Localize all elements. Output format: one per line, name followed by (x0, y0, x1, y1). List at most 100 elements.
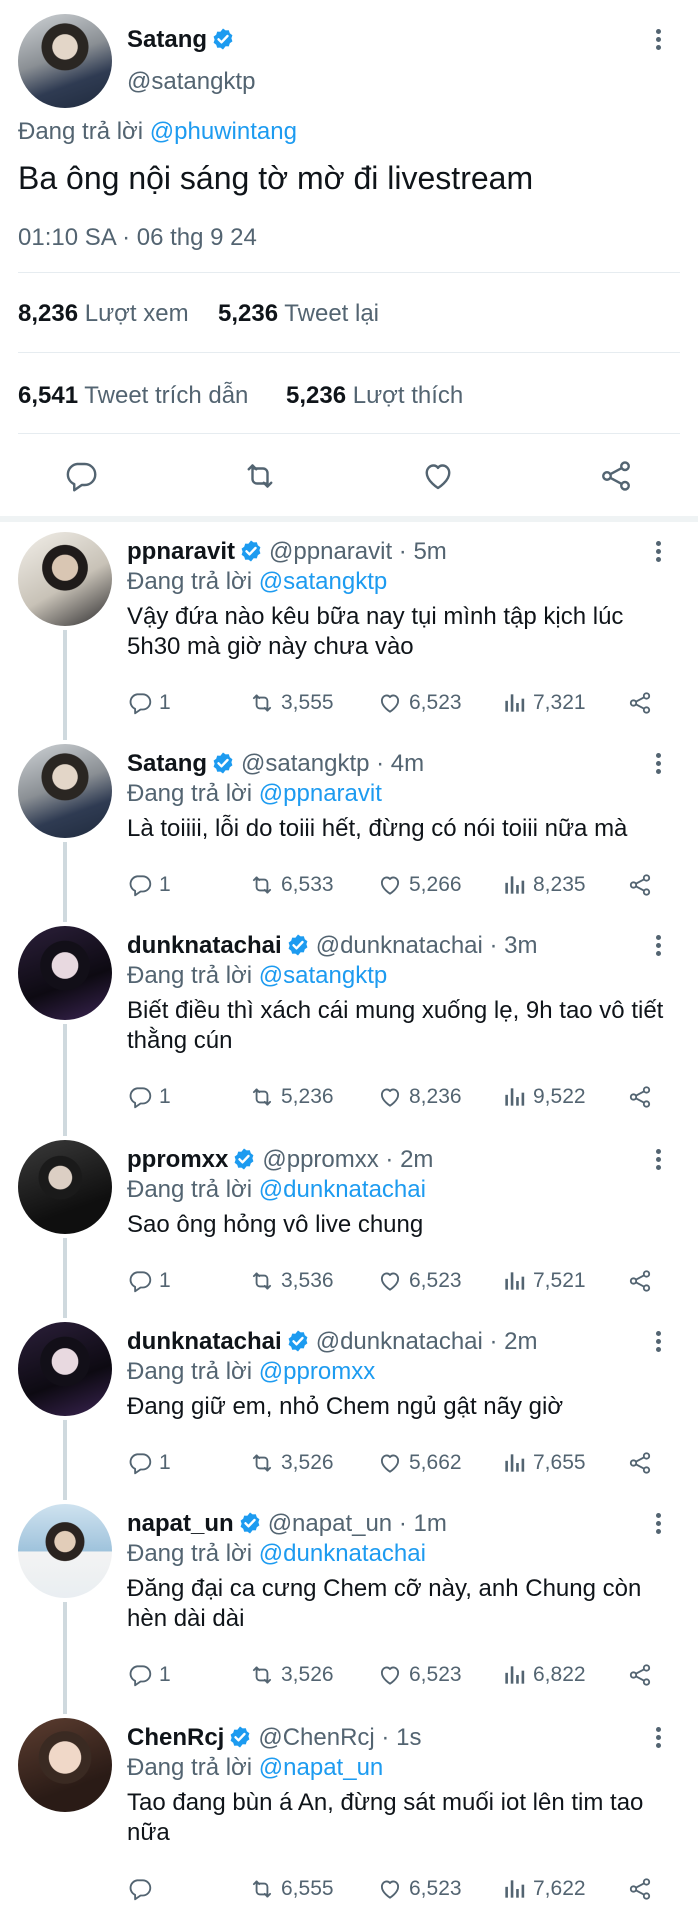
author-handle[interactable]: @ppromxx · 2m (262, 1146, 433, 1173)
avatar[interactable] (18, 926, 112, 1020)
reply-to-link[interactable]: @napat_un (259, 1754, 383, 1781)
avatar[interactable] (18, 744, 112, 838)
retweet-button[interactable]: 6,555 (249, 1874, 334, 1904)
author-name[interactable]: Satang (127, 750, 207, 777)
views-button[interactable]: 7,321 (501, 688, 586, 718)
views-button[interactable]: 7,521 (501, 1266, 586, 1296)
more-options-icon[interactable] (648, 538, 668, 568)
reply-button[interactable]: 1 (127, 688, 171, 718)
like-icon[interactable] (420, 458, 456, 494)
reply-context: Đang trả lời @satangktp (127, 568, 387, 596)
author-handle[interactable]: @dunknatachai · 2m (316, 1328, 538, 1355)
views-button[interactable]: 7,622 (501, 1874, 586, 1904)
likes-stat[interactable]: 5,236 Lượt thích (286, 382, 463, 410)
share-button[interactable] (627, 1266, 659, 1296)
author-handle[interactable]: @ChenRcj · 1s (258, 1724, 421, 1751)
more-options-icon[interactable] (648, 1328, 668, 1358)
like-button[interactable]: 6,523 (377, 1874, 462, 1904)
retweet-button[interactable]: 5,236 (249, 1082, 334, 1112)
avatar[interactable] (18, 1718, 112, 1812)
like-button[interactable]: 8,236 (377, 1082, 462, 1112)
reply-to-link[interactable]: @dunknatachai (259, 1176, 426, 1203)
reply-prefix: Đang trả lời (127, 962, 259, 989)
views-stat[interactable]: 8,236 Lượt xem (18, 300, 189, 328)
retweet-icon[interactable] (242, 458, 278, 494)
views-icon (505, 1666, 525, 1684)
views-button[interactable]: 7,655 (501, 1448, 586, 1478)
reply-to-link[interactable]: @dunknatachai (259, 1540, 426, 1567)
verified-badge-icon (241, 540, 261, 562)
reply-to-link[interactable]: @phuwintang (150, 118, 297, 145)
tweet-timestamp[interactable]: 01:10 SA · 06 thg 9 24 (18, 224, 257, 252)
like-icon (380, 876, 400, 895)
avatar[interactable] (18, 1504, 112, 1598)
reply-icon[interactable] (63, 458, 99, 494)
views-button[interactable]: 9,522 (501, 1082, 586, 1112)
author-name-text[interactable]: Satang (127, 26, 207, 53)
share-button[interactable] (627, 688, 659, 718)
views-button[interactable]: 6,822 (501, 1660, 586, 1690)
retweet-button[interactable]: 3,555 (249, 688, 334, 718)
more-options-icon[interactable] (648, 1510, 668, 1540)
like-button[interactable]: 6,523 (377, 1660, 462, 1690)
thread-line (63, 1602, 67, 1714)
retweet-button[interactable]: 3,536 (249, 1266, 334, 1296)
author-name[interactable]: Satang (127, 26, 235, 54)
like-button[interactable]: 6,523 (377, 688, 462, 718)
reply-to-link[interactable]: @ppnaravit (259, 780, 382, 807)
reply-to-link[interactable]: @satangktp (259, 962, 387, 989)
more-options-icon[interactable] (648, 26, 668, 56)
reply-context: Đang trả lời @dunknatachai (127, 1176, 426, 1204)
author-name[interactable]: dunknatachai (127, 932, 282, 959)
reply-button[interactable]: 1 (127, 1448, 171, 1478)
author-name[interactable]: napat_un (127, 1510, 234, 1537)
author-name[interactable]: ppnaravit (127, 538, 235, 565)
author-handle[interactable]: @dunknatachai · 3m (316, 932, 538, 959)
reply-button[interactable]: 1 (127, 870, 171, 900)
author-name[interactable]: dunknatachai (127, 1328, 282, 1355)
more-options-icon[interactable] (648, 750, 668, 780)
thread-line (63, 1238, 67, 1318)
more-options-icon[interactable] (648, 1146, 668, 1176)
retweet-button[interactable]: 6,533 (249, 870, 334, 900)
like-button[interactable]: 6,523 (377, 1266, 462, 1296)
retweet-button[interactable]: 3,526 (249, 1660, 334, 1690)
author-handle[interactable]: @napat_un · 1m (268, 1510, 447, 1537)
share-button[interactable] (627, 870, 659, 900)
retweet-icon (252, 876, 272, 894)
views-icon (505, 1272, 525, 1290)
like-button[interactable]: 5,266 (377, 870, 462, 900)
avatar[interactable] (18, 1322, 112, 1416)
reply-button[interactable]: 1 (127, 1660, 171, 1690)
views-button[interactable]: 8,235 (501, 870, 586, 900)
avatar[interactable] (18, 1140, 112, 1234)
verified-badge-icon (230, 1726, 250, 1748)
reply-header: dunknatachai @dunknatachai · 3m (127, 932, 538, 960)
reply-to-link[interactable]: @satangktp (259, 568, 387, 595)
author-handle[interactable]: @ppnaravit · 5m (269, 538, 447, 565)
retweet-icon (252, 1272, 272, 1290)
divider (18, 352, 680, 353)
share-button[interactable] (627, 1448, 659, 1478)
avatar[interactable] (18, 14, 112, 108)
share-icon[interactable] (598, 458, 634, 494)
author-handle[interactable]: @satangktp · 4m (241, 750, 424, 777)
reply-to-link[interactable]: @ppromxx (259, 1358, 375, 1385)
reply-button[interactable]: 1 (127, 1266, 171, 1296)
share-button[interactable] (627, 1082, 659, 1112)
retweets-stat[interactable]: 5,236 Tweet lại (218, 300, 379, 328)
more-options-icon[interactable] (648, 1724, 668, 1754)
author-handle[interactable]: @satangktp (127, 68, 255, 96)
reply-button[interactable]: 1 (127, 1082, 171, 1112)
avatar[interactable] (18, 532, 112, 626)
like-button[interactable]: 5,662 (377, 1448, 462, 1478)
author-name[interactable]: ChenRcj (127, 1724, 224, 1751)
share-button[interactable] (627, 1660, 659, 1690)
author-name[interactable]: ppromxx (127, 1146, 228, 1173)
quotes-stat[interactable]: 6,541 Tweet trích dẫn (18, 382, 248, 410)
reply-context: Đang trả lời @ppnaravit (127, 780, 382, 808)
retweet-button[interactable]: 3,526 (249, 1448, 334, 1478)
share-button[interactable] (627, 1874, 659, 1904)
reply-button[interactable] (127, 1874, 159, 1904)
more-options-icon[interactable] (648, 932, 668, 962)
